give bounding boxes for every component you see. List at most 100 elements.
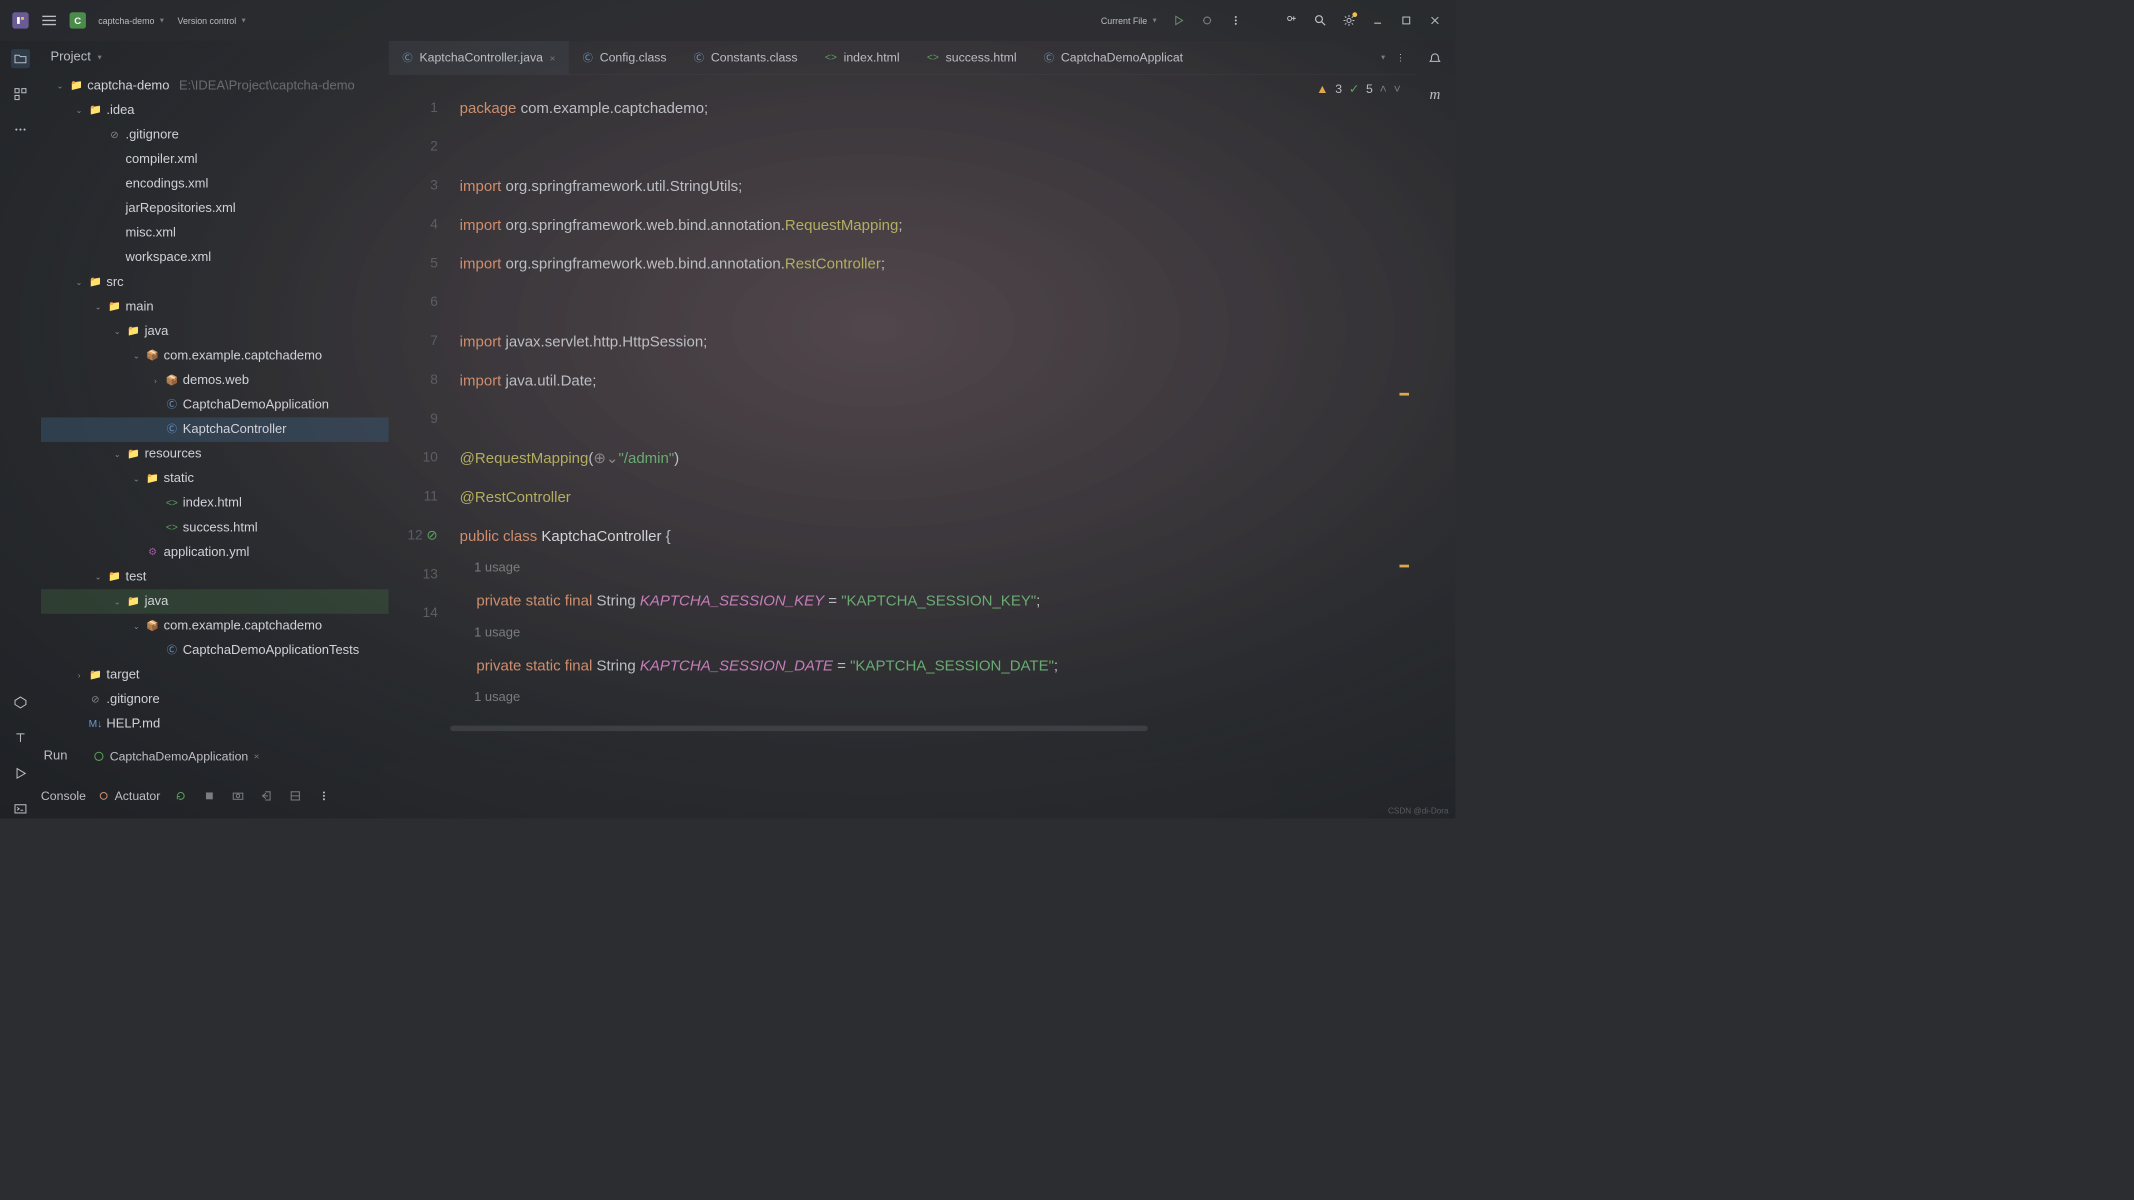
more-icon[interactable]	[1228, 12, 1244, 28]
project-tool-icon[interactable]	[11, 49, 30, 68]
tree-item[interactable]: ›📦demos.web	[41, 368, 389, 393]
rerun-icon[interactable]	[173, 788, 189, 804]
run-icon[interactable]	[1170, 12, 1186, 28]
java-c-icon: Ⓒ	[165, 417, 179, 442]
tree-caret-icon[interactable]: ›	[74, 663, 85, 688]
tree-item[interactable]: ⌄📦com.example.captchademo	[41, 614, 389, 639]
tree-item[interactable]: M↓HELP.md	[41, 712, 389, 737]
maximize-icon[interactable]	[1398, 12, 1414, 28]
settings-icon[interactable]	[1341, 12, 1357, 28]
tree-item[interactable]: ⌄📁java	[41, 589, 389, 614]
code-with-me-icon[interactable]	[1284, 12, 1300, 28]
debug-icon[interactable]	[1199, 12, 1215, 28]
text-tool-icon[interactable]	[11, 728, 30, 747]
more-icon[interactable]: ⋮	[1396, 52, 1405, 63]
services-tool-icon[interactable]	[11, 693, 30, 712]
chevron-down-icon[interactable]: ˅	[1394, 82, 1401, 96]
tree-item[interactable]: ⒸKaptchaController	[41, 417, 389, 442]
folder-icon: 📁	[89, 270, 103, 295]
tree-caret-icon[interactable]: ⌄	[74, 270, 85, 295]
tree-item[interactable]: ⌄📁resources	[41, 442, 389, 467]
tree-caret-icon[interactable]: ⌄	[112, 442, 123, 467]
minimize-icon[interactable]	[1369, 12, 1385, 28]
main-menu-icon[interactable]	[41, 12, 57, 28]
run-tool-icon[interactable]	[11, 764, 30, 783]
run-config-tab[interactable]: CaptchaDemoApplication ×	[85, 746, 267, 766]
vcs-selector[interactable]: Version control ▼	[178, 15, 248, 25]
project-selector[interactable]: captcha-demo ▼	[98, 15, 165, 25]
layout-icon[interactable]	[287, 788, 303, 804]
html-icon: <>	[927, 52, 939, 64]
terminal-tool-icon[interactable]	[11, 799, 30, 818]
run-config-selector[interactable]: Current File ▼	[1101, 15, 1158, 25]
tree-item[interactable]: ⌄📁test	[41, 565, 389, 590]
chevron-down-icon[interactable]: ▼	[1380, 54, 1387, 62]
camera-icon[interactable]	[230, 788, 246, 804]
more-tool-icon[interactable]	[11, 120, 30, 139]
maven-icon[interactable]: m	[1425, 85, 1444, 104]
more-icon[interactable]	[316, 788, 332, 804]
tree-caret-icon[interactable]: ›	[150, 368, 161, 393]
tree-item[interactable]: ⌄📁captcha-demoE:\IDEA\Project\captcha-de…	[41, 74, 389, 99]
package-icon: 📦	[146, 614, 160, 639]
structure-tool-icon[interactable]	[11, 85, 30, 104]
editor-tab[interactable]: ⒸConstants.class	[680, 41, 811, 74]
app-icon[interactable]	[12, 12, 28, 28]
tree-caret-icon[interactable]: ⌄	[112, 319, 123, 344]
tree-item[interactable]: ›📁target	[41, 663, 389, 688]
tree-item[interactable]: ⌄📁.idea	[41, 98, 389, 123]
exit-icon[interactable]	[259, 788, 275, 804]
close-icon[interactable]	[1427, 12, 1443, 28]
close-icon[interactable]: ×	[254, 751, 260, 762]
project-badge[interactable]: C	[70, 12, 86, 28]
java-c-icon: Ⓒ	[165, 393, 179, 418]
tree-item[interactable]: ⌄📁main	[41, 295, 389, 320]
tree-caret-icon[interactable]: ⌄	[131, 466, 142, 491]
chevron-up-icon[interactable]: ˄	[1380, 82, 1387, 96]
tree-item[interactable]: encodings.xml	[41, 172, 389, 197]
notifications-icon[interactable]	[1425, 49, 1444, 68]
horizontal-scrollbar[interactable]	[450, 726, 1147, 731]
tree-item[interactable]: ⚙application.yml	[41, 540, 389, 565]
chevron-down-icon[interactable]: ▼	[96, 54, 103, 62]
actuator-tab[interactable]: Actuator	[98, 789, 160, 803]
tree-caret-icon[interactable]: ⌄	[112, 589, 123, 614]
tree-caret-icon[interactable]: ⌄	[93, 565, 104, 590]
tree-label: CaptchaDemoApplicationTests	[183, 638, 359, 663]
tree-caret-icon[interactable]: ⌄	[55, 74, 66, 99]
search-icon[interactable]	[1312, 12, 1328, 28]
stop-icon[interactable]	[201, 788, 217, 804]
editor-tab[interactable]: <>index.html	[811, 41, 913, 74]
watermark: CSDN @di-Dora	[1388, 806, 1449, 816]
tree-caret-icon[interactable]: ⌄	[74, 98, 85, 123]
close-icon[interactable]: ×	[550, 52, 556, 63]
editor-tab[interactable]: <>success.html	[913, 41, 1030, 74]
code-editor[interactable]: ▲ 3 ✓ 5 ˄ ˅ 123456789101112 ⊘1314 packag…	[389, 75, 1415, 737]
tree-item[interactable]: workspace.xml	[41, 246, 389, 271]
editor-tab[interactable]: ⒸCaptchaDemoApplicat	[1030, 41, 1196, 74]
tree-caret-icon[interactable]: ⌄	[93, 295, 104, 320]
line-gutter[interactable]: 123456789101112 ⊘1314	[389, 75, 450, 737]
tree-item[interactable]: ⊘.gitignore	[41, 687, 389, 712]
project-tree[interactable]: ⌄📁captcha-demoE:\IDEA\Project\captcha-de…	[41, 74, 389, 737]
tree-item[interactable]: misc.xml	[41, 221, 389, 246]
tree-item[interactable]: compiler.xml	[41, 147, 389, 172]
tree-caret-icon[interactable]: ⌄	[131, 344, 142, 369]
code-content[interactable]: package com.example.captchademo; import …	[450, 75, 1387, 737]
tree-item[interactable]: ⒸCaptchaDemoApplication	[41, 393, 389, 418]
tree-item[interactable]: <>success.html	[41, 516, 389, 541]
tree-caret-icon[interactable]: ⌄	[131, 614, 142, 639]
console-tab[interactable]: Console	[41, 789, 86, 803]
tree-item[interactable]: ⌄📁src	[41, 270, 389, 295]
tree-item[interactable]: ⌄📦com.example.captchademo	[41, 344, 389, 369]
tree-item[interactable]: ⒸCaptchaDemoApplicationTests	[41, 638, 389, 663]
inspection-widget[interactable]: ▲ 3 ✓ 5 ˄ ˅	[1316, 82, 1401, 96]
tree-item[interactable]: jarRepositories.xml	[41, 196, 389, 221]
editor-tab[interactable]: ⒸKaptchaController.java×	[389, 41, 569, 74]
tree-item[interactable]: ⊘.gitignore	[41, 123, 389, 148]
tree-item[interactable]: <>index.html	[41, 491, 389, 516]
editor-tab[interactable]: ⒸConfig.class	[569, 41, 680, 74]
tree-item[interactable]: ⌄📁static	[41, 466, 389, 491]
tab-label: Config.class	[600, 50, 667, 64]
tree-item[interactable]: ⌄📁java	[41, 319, 389, 344]
